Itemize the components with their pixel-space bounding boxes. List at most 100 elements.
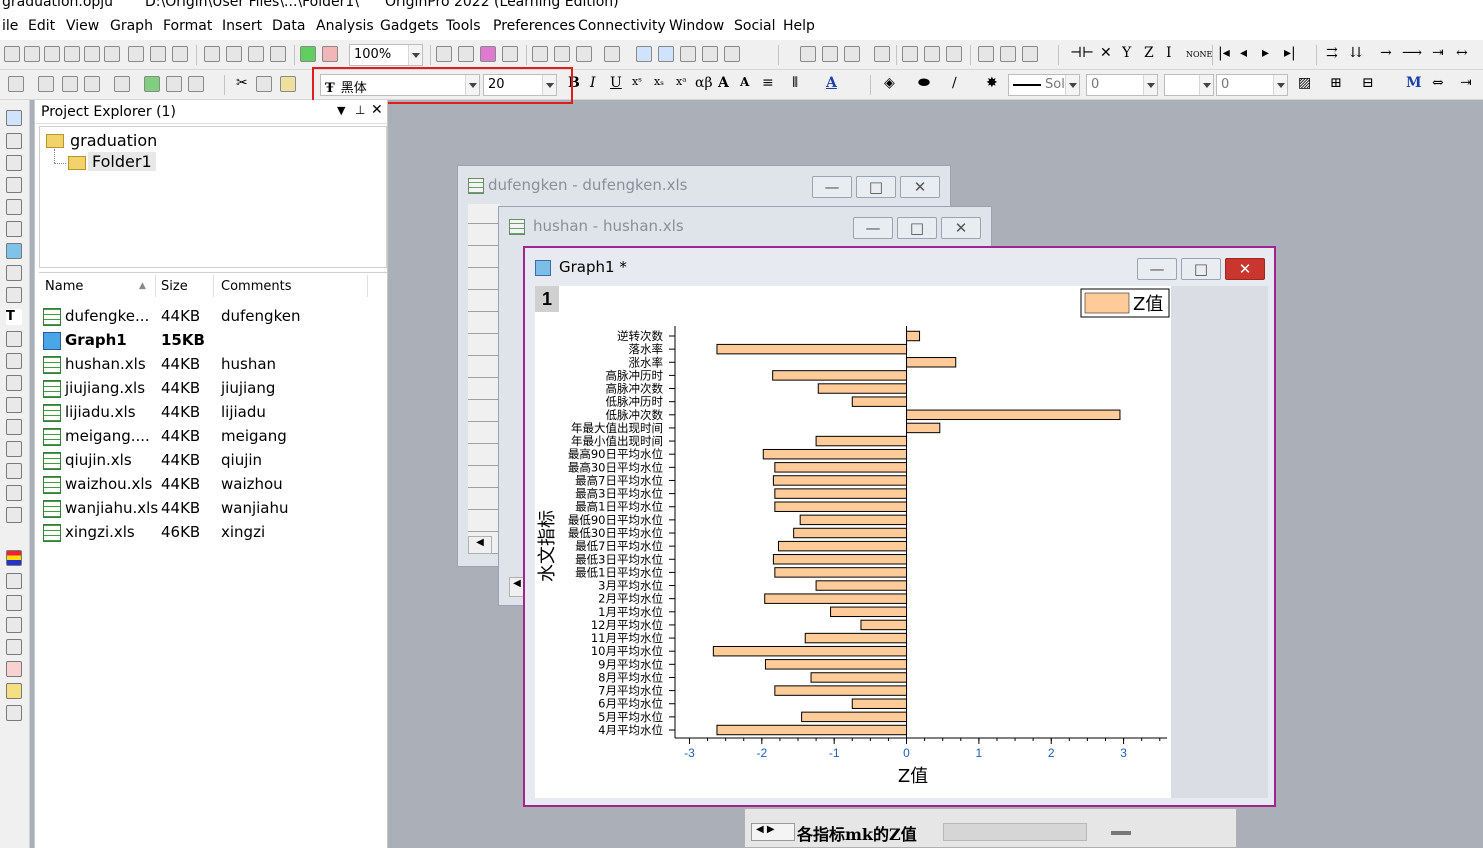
- menu-file[interactable]: ile: [2, 18, 18, 34]
- align-icon[interactable]: ≡: [762, 75, 774, 91]
- new-excel-icon[interactable]: [150, 46, 166, 62]
- list-item[interactable]: jiujiang.xls 44KB jiujiang: [39, 377, 385, 401]
- open-icon[interactable]: [204, 46, 220, 62]
- copy-icon[interactable]: [256, 76, 272, 92]
- 3d-rotate-icon[interactable]: [6, 507, 22, 523]
- next-record-icon[interactable]: ▸: [1262, 45, 1269, 61]
- graph-page[interactable]: 1 Z值 逆转次数 落水率 涨水率 高脉冲历时 高脉冲次数 低脉冲历时 低脉冲次数 年最大值出现时…: [535, 286, 1171, 798]
- column-comments[interactable]: Comments: [221, 279, 291, 294]
- tree-root[interactable]: graduation: [70, 131, 157, 150]
- chart-bar[interactable]: [906, 422, 941, 434]
- chart-bar[interactable]: [772, 370, 908, 381]
- filter-icon[interactable]: [978, 46, 994, 62]
- menu-edit[interactable]: Edit: [28, 18, 55, 34]
- new-matrix-icon[interactable]: [44, 46, 60, 62]
- fill-color-icon[interactable]: ◈: [884, 75, 895, 91]
- menu-tools[interactable]: Tools: [446, 18, 481, 34]
- chart-bar[interactable]: [716, 343, 908, 355]
- chart-bar[interactable]: [712, 645, 908, 657]
- list-item[interactable]: hushan.xls 44KB hushan: [39, 353, 385, 377]
- recalculate-icon[interactable]: [300, 46, 316, 62]
- sheet-nav-buttons[interactable]: ◀ ▶: [751, 823, 795, 841]
- sort-asc-icon[interactable]: [822, 46, 838, 62]
- menu-window[interactable]: Window: [669, 18, 724, 34]
- menu-gadgets[interactable]: Gadgets: [380, 18, 439, 34]
- chart-bar[interactable]: [851, 698, 908, 709]
- chart-bar[interactable]: [777, 540, 908, 552]
- bar-chart-icon[interactable]: [924, 46, 940, 62]
- arrow-both-icon[interactable]: ↔: [1456, 45, 1468, 61]
- line-style-select[interactable]: Sol: [1008, 74, 1080, 96]
- menu-help[interactable]: Help: [783, 18, 815, 34]
- chart-bar[interactable]: [906, 357, 957, 368]
- scale-in-icon[interactable]: [6, 177, 22, 193]
- zoom-out-tool-icon[interactable]: [658, 46, 674, 62]
- menu-connectivity[interactable]: Connectivity: [578, 18, 666, 34]
- align-top-icon[interactable]: ⇉: [1326, 45, 1338, 61]
- add-plot-icon[interactable]: [144, 76, 160, 92]
- menu-graph[interactable]: Graph: [110, 18, 153, 34]
- close-button[interactable]: ✕: [1225, 258, 1265, 280]
- menu-insert[interactable]: Insert: [222, 18, 262, 34]
- refresh-icon[interactable]: [480, 46, 496, 62]
- menu-preferences[interactable]: Preferences: [493, 18, 575, 34]
- hatch-icon[interactable]: ▨: [1298, 75, 1311, 91]
- menu-view[interactable]: View: [66, 18, 99, 34]
- fill-value-select[interactable]: 0: [1216, 74, 1288, 96]
- prev-record-icon[interactable]: ◂: [1240, 45, 1247, 61]
- hand-tool-icon[interactable]: [6, 419, 22, 435]
- open-template-icon[interactable]: [226, 46, 242, 62]
- window-graph1[interactable]: Graph1 * — □ ✕ 1 Z值 逆转次数 落水率 涨水率 高脉冲历时 高脉冲次数 低脉…: [523, 246, 1276, 807]
- increase-font-icon[interactable]: A: [718, 75, 729, 91]
- sort-desc-icon[interactable]: [844, 46, 860, 62]
- arrange-icon[interactable]: [188, 76, 204, 92]
- set-column-icon[interactable]: [874, 46, 890, 62]
- horizontal-scrollbar[interactable]: [943, 823, 1087, 841]
- draw-data-icon[interactable]: [6, 287, 22, 303]
- chart-bar[interactable]: [764, 659, 908, 670]
- line-color-icon[interactable]: ∕: [952, 75, 957, 91]
- list-item[interactable]: Graph1 15KB: [39, 329, 385, 353]
- line-tool-icon[interactable]: [6, 375, 22, 391]
- chart-bar[interactable]: [762, 448, 908, 460]
- zoom-out-icon[interactable]: [6, 155, 22, 171]
- maximize-button[interactable]: □: [856, 176, 896, 198]
- new-project-icon[interactable]: [4, 46, 20, 62]
- close-icon[interactable]: ✕: [371, 102, 383, 118]
- zoom-in-icon[interactable]: [6, 133, 22, 149]
- supersubscript-icon[interactable]: xᵃ: [676, 75, 686, 88]
- pattern-icon[interactable]: ⬬: [918, 75, 930, 91]
- chart-bar[interactable]: [774, 488, 908, 499]
- stacked-chart-icon[interactable]: [946, 46, 962, 62]
- arrow-tool-icon[interactable]: [6, 353, 22, 369]
- none-column-icon[interactable]: NONE: [1186, 50, 1212, 59]
- zoom-select[interactable]: 100%: [349, 44, 423, 66]
- decrease-font-icon[interactable]: A: [740, 75, 749, 89]
- arrow-right-thin-icon[interactable]: ⟶: [1402, 45, 1422, 61]
- maximize-button[interactable]: □: [1181, 258, 1221, 280]
- y-column-icon[interactable]: Y: [1122, 45, 1131, 61]
- error-column-icon[interactable]: Ι: [1166, 45, 1172, 61]
- sheet-tab[interactable]: 各指标mk的Z值: [797, 821, 917, 845]
- menu-analysis[interactable]: Analysis: [316, 18, 374, 34]
- results-log-icon[interactable]: [554, 46, 570, 62]
- menu-social[interactable]: Social: [734, 18, 776, 34]
- pointer-tool-icon[interactable]: [6, 110, 22, 126]
- chart-bar[interactable]: [817, 383, 908, 394]
- grid-tool-icon[interactable]: [6, 705, 22, 721]
- grid-icon[interactable]: ⊞: [1330, 75, 1342, 91]
- data-selector-icon[interactable]: [6, 243, 22, 259]
- add-row-icon[interactable]: [62, 76, 78, 92]
- list-item[interactable]: xingzi.xls 46KB xingzi: [39, 521, 385, 545]
- x-column-icon[interactable]: ✕: [1100, 45, 1112, 61]
- minimize-button[interactable]: —: [1137, 258, 1177, 280]
- chart-bar[interactable]: [804, 632, 908, 644]
- new-book-icon[interactable]: [24, 46, 40, 62]
- chart-bar[interactable]: [810, 672, 908, 683]
- list-item[interactable]: dufengke... 44KB dufengken: [39, 305, 385, 329]
- duplicate-icon[interactable]: [502, 46, 518, 62]
- chart-bar[interactable]: [851, 396, 908, 407]
- new-script-icon[interactable]: [172, 46, 188, 62]
- new-function-icon[interactable]: [104, 46, 120, 62]
- align-bottom-icon[interactable]: ⇊: [1350, 45, 1362, 61]
